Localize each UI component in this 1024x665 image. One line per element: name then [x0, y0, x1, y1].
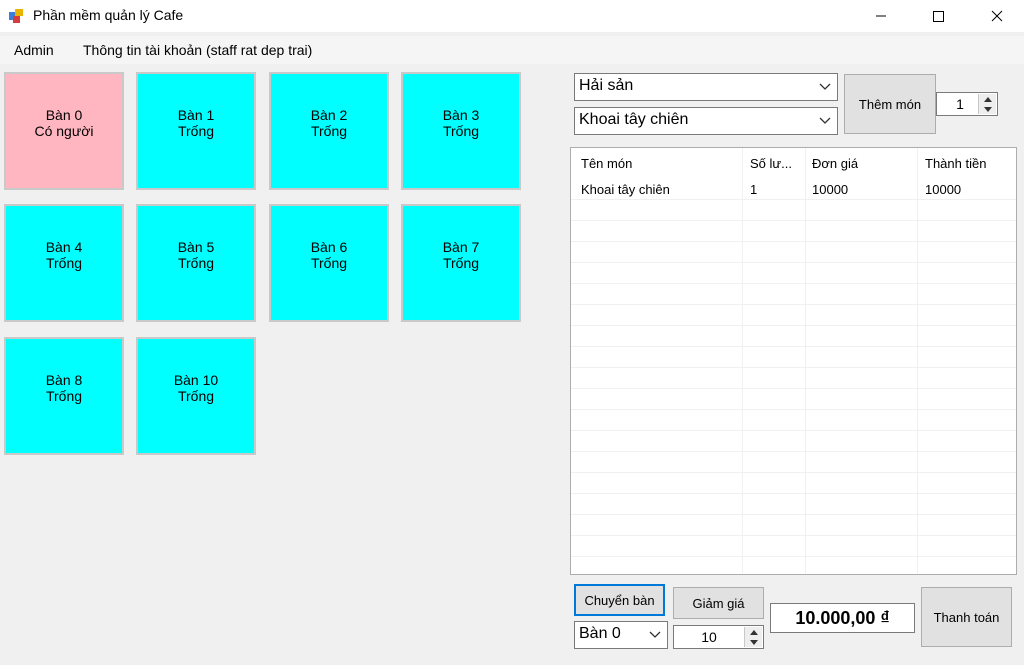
- total-price-field: 10.000,00 ₫: [770, 603, 915, 633]
- table-button-8[interactable]: Bàn 8 Trống: [4, 337, 124, 455]
- column-header-quantity[interactable]: Số lư...: [750, 156, 800, 171]
- title-bar: Phần mềm quản lý Cafe: [0, 0, 1024, 32]
- window-title: Phần mềm quản lý Cafe: [33, 7, 184, 23]
- table-status: Trống: [177, 255, 215, 271]
- stepper-arrows: [744, 627, 762, 647]
- discount-stepper[interactable]: 10: [673, 625, 764, 649]
- cell-food: Khoai tây chiên: [581, 182, 670, 197]
- table-status: Trống: [310, 123, 348, 139]
- chevron-down-icon: [649, 631, 661, 638]
- switch-table-button[interactable]: Chuyển bàn: [574, 584, 665, 616]
- food-value: Khoai tây chiên: [579, 111, 689, 128]
- column-header-food[interactable]: Tên món: [581, 156, 632, 171]
- table-button-3[interactable]: Bàn 3 Trống: [401, 72, 521, 190]
- chevron-down-icon: [819, 83, 831, 90]
- table-button-2[interactable]: Bàn 2 Trống: [269, 72, 389, 190]
- table-status: Trống: [45, 255, 83, 271]
- menu-admin[interactable]: Admin: [8, 40, 60, 60]
- table-button-1[interactable]: Bàn 1 Trống: [136, 72, 256, 190]
- cell-price: 10000: [812, 182, 849, 197]
- stepper-arrows: [978, 94, 996, 114]
- minimize-button[interactable]: [858, 0, 904, 32]
- menu-account-info[interactable]: Thông tin tài khoản (staff rat dep trai): [77, 40, 318, 60]
- menu-bar: Admin Thông tin tài khoản (staff rat dep…: [0, 36, 1024, 64]
- cell-total: 10000: [925, 182, 962, 197]
- category-combobox[interactable]: Hải sản: [574, 73, 838, 101]
- app-icon: [9, 8, 25, 24]
- table-name: Bàn 0: [45, 107, 83, 123]
- table-name: Bàn 7: [442, 239, 480, 255]
- food-quantity-value: 1: [956, 96, 964, 112]
- table-button-0[interactable]: Bàn 0 Có người: [4, 72, 124, 190]
- close-icon: [991, 10, 1003, 22]
- category-value: Hải sản: [579, 77, 634, 94]
- table-name: Bàn 5: [177, 239, 215, 255]
- checkout-button[interactable]: Thanh toán: [921, 587, 1012, 647]
- stepper-down-icon[interactable]: [745, 637, 762, 647]
- stepper-up-icon[interactable]: [979, 94, 996, 104]
- table-button-6[interactable]: Bàn 6 Trống: [269, 204, 389, 322]
- table-name: Bàn 1: [177, 107, 215, 123]
- table-name: Bàn 8: [45, 372, 83, 388]
- close-button[interactable]: [974, 0, 1020, 32]
- chevron-down-icon: [819, 117, 831, 124]
- table-status: Trống: [442, 255, 480, 271]
- table-status: Trống: [177, 123, 215, 139]
- table-button-7[interactable]: Bàn 7 Trống: [401, 204, 521, 322]
- minimize-icon: [876, 15, 886, 17]
- table-name: Bàn 2: [310, 107, 348, 123]
- table-name: Bàn 6: [310, 239, 348, 255]
- maximize-icon: [933, 11, 944, 22]
- discount-value: 10: [701, 629, 717, 645]
- bill-listview[interactable]: Tên món Số lư... Đơn giá Thành tiền Khoa…: [570, 147, 1017, 575]
- column-header-total[interactable]: Thành tiền: [925, 156, 986, 171]
- table-button-4[interactable]: Bàn 4 Trống: [4, 204, 124, 322]
- table-name: Bàn 4: [45, 239, 83, 255]
- listview-header: Tên món Số lư... Đơn giá Thành tiền: [571, 148, 1016, 178]
- table-status: Trống: [310, 255, 348, 271]
- maximize-button[interactable]: [915, 0, 961, 32]
- food-quantity-stepper[interactable]: 1: [936, 92, 998, 116]
- table-row[interactable]: Khoai tây chiên 1 10000 10000: [571, 179, 1016, 200]
- table-status: Có người: [34, 123, 94, 139]
- stepper-up-icon[interactable]: [745, 627, 762, 637]
- table-name: Bàn 3: [442, 107, 480, 123]
- table-status: Trống: [442, 123, 480, 139]
- table-button-5[interactable]: Bàn 5 Trống: [136, 204, 256, 322]
- table-status: Trống: [45, 388, 83, 404]
- cell-quantity: 1: [750, 182, 758, 197]
- stepper-down-icon[interactable]: [979, 104, 996, 114]
- switch-table-value: Bàn 0: [579, 625, 621, 642]
- switch-table-combobox[interactable]: Bàn 0: [574, 621, 668, 649]
- column-header-price[interactable]: Đơn giá: [812, 156, 858, 171]
- table-button-10[interactable]: Bàn 10 Trống: [136, 337, 256, 455]
- table-status: Trống: [177, 388, 215, 404]
- table-name: Bàn 10: [173, 372, 219, 388]
- add-food-button[interactable]: Thêm món: [844, 74, 936, 134]
- discount-button[interactable]: Giảm giá: [673, 587, 764, 619]
- food-combobox[interactable]: Khoai tây chiên: [574, 107, 838, 135]
